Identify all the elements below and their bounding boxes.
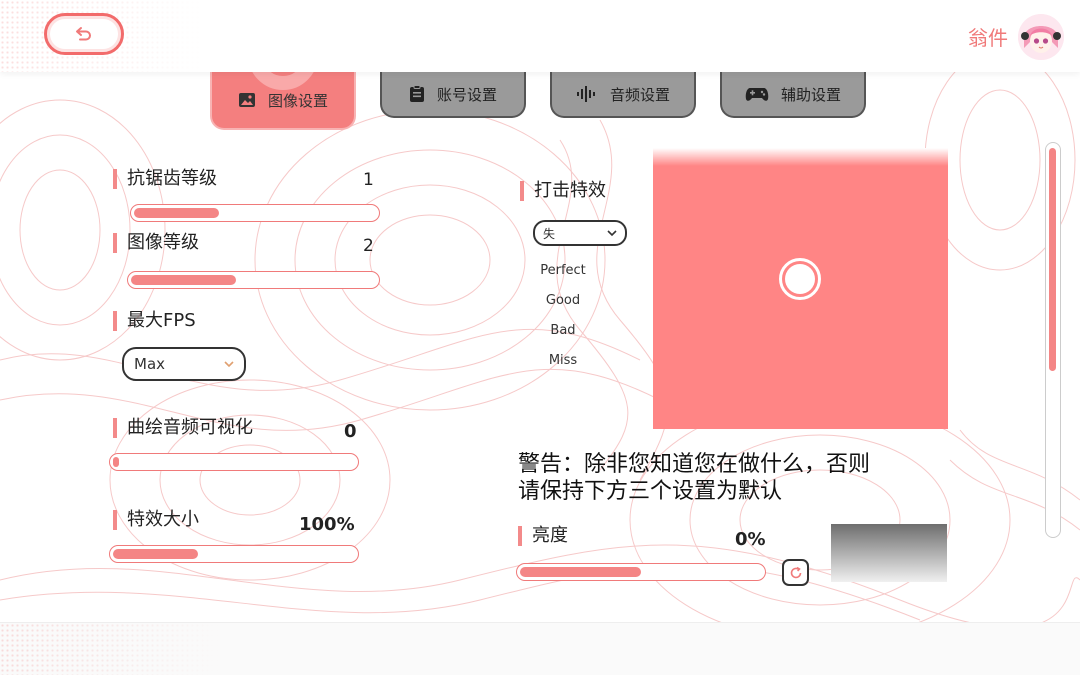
hit-effect-label: 打击特效 xyxy=(520,181,606,201)
curve-visual-value: 0 xyxy=(344,421,357,442)
slider-fill xyxy=(131,275,237,285)
brightness-preview-swatch xyxy=(831,524,947,582)
tab-assist-settings[interactable]: 辅助设置 xyxy=(720,72,866,118)
hit-effect-options: Perfect Good Bad Miss xyxy=(528,256,598,376)
user-name[interactable]: 翁件 xyxy=(968,22,1008,51)
tab-audio-settings[interactable]: 音频设置 xyxy=(550,72,696,118)
tab-account-settings[interactable]: 账号设置 xyxy=(380,72,526,118)
hit-circle-icon xyxy=(779,258,821,300)
option-bad[interactable]: Bad xyxy=(528,316,598,346)
hit-effect-select[interactable]: 失 xyxy=(533,220,627,246)
tab-label: 账号设置 xyxy=(436,85,497,104)
tab-label: 辅助设置 xyxy=(780,85,841,104)
tab-label: 音频设置 xyxy=(609,85,670,104)
slider-fill xyxy=(134,208,219,218)
brightness-value: 0% xyxy=(735,529,766,550)
hit-effect-selected: 失 xyxy=(543,226,556,241)
back-arrow-icon xyxy=(76,27,91,41)
avatar-icon[interactable] xyxy=(1018,14,1064,60)
hit-effect-preview xyxy=(653,148,948,429)
image-quality-label: 图像等级 xyxy=(113,233,199,253)
curve-visual-label: 曲绘音频可视化 xyxy=(113,418,253,438)
tab-label: 图像设置 xyxy=(267,91,328,110)
brightness-label: 亮度 xyxy=(518,526,568,546)
bottom-bar xyxy=(0,622,1080,675)
antialias-label: 抗锯齿等级 xyxy=(113,169,217,189)
tab-active-disc xyxy=(248,72,318,90)
max-fps-select[interactable]: Max xyxy=(122,347,246,381)
brightness-slider[interactable] xyxy=(516,563,766,581)
chevron-down-icon xyxy=(607,229,617,236)
back-button[interactable] xyxy=(44,13,124,55)
scrollbar-thumb[interactable] xyxy=(1049,148,1056,371)
effect-size-slider[interactable] xyxy=(109,545,359,563)
max-fps-label: 最大FPS xyxy=(113,311,196,331)
slider-fill xyxy=(113,457,119,467)
top-bar: 翁件 xyxy=(0,0,1080,72)
bottom-dot-pattern xyxy=(0,623,220,675)
brightness-reset-button[interactable] xyxy=(782,559,809,586)
clipboard-icon xyxy=(409,85,425,103)
antialias-slider[interactable] xyxy=(130,204,380,222)
image-quality-value: 2 xyxy=(363,236,374,256)
effect-size-value: 100% xyxy=(299,514,355,535)
option-good[interactable]: Good xyxy=(528,286,598,316)
max-fps-selected: Max xyxy=(134,355,166,373)
warning-line-2: 请保持下方三个设置为默认 xyxy=(518,479,783,504)
image-icon xyxy=(238,92,256,108)
slider-fill xyxy=(520,567,641,577)
warning-text: 警告：除非您知道您在做什么，否则 请保持下方三个设置为默认 xyxy=(518,451,938,505)
chevron-down-icon xyxy=(224,360,234,367)
option-miss[interactable]: Miss xyxy=(528,346,598,376)
curve-visual-slider[interactable] xyxy=(109,453,359,471)
warning-line-1: 警告：除非您知道您在做什么，否则 xyxy=(518,452,871,477)
effect-size-label: 特效大小 xyxy=(113,510,199,530)
audio-wave-icon xyxy=(576,86,598,102)
option-perfect[interactable]: Perfect xyxy=(528,256,598,286)
tab-image-settings[interactable]: 图像设置 xyxy=(210,72,356,130)
refresh-icon xyxy=(790,566,801,578)
preview-fade xyxy=(653,148,948,166)
slider-fill xyxy=(113,549,198,559)
image-quality-slider[interactable] xyxy=(127,271,380,289)
scrollbar[interactable] xyxy=(1045,142,1061,538)
antialias-value: 1 xyxy=(363,170,374,190)
gamepad-icon xyxy=(745,86,769,102)
